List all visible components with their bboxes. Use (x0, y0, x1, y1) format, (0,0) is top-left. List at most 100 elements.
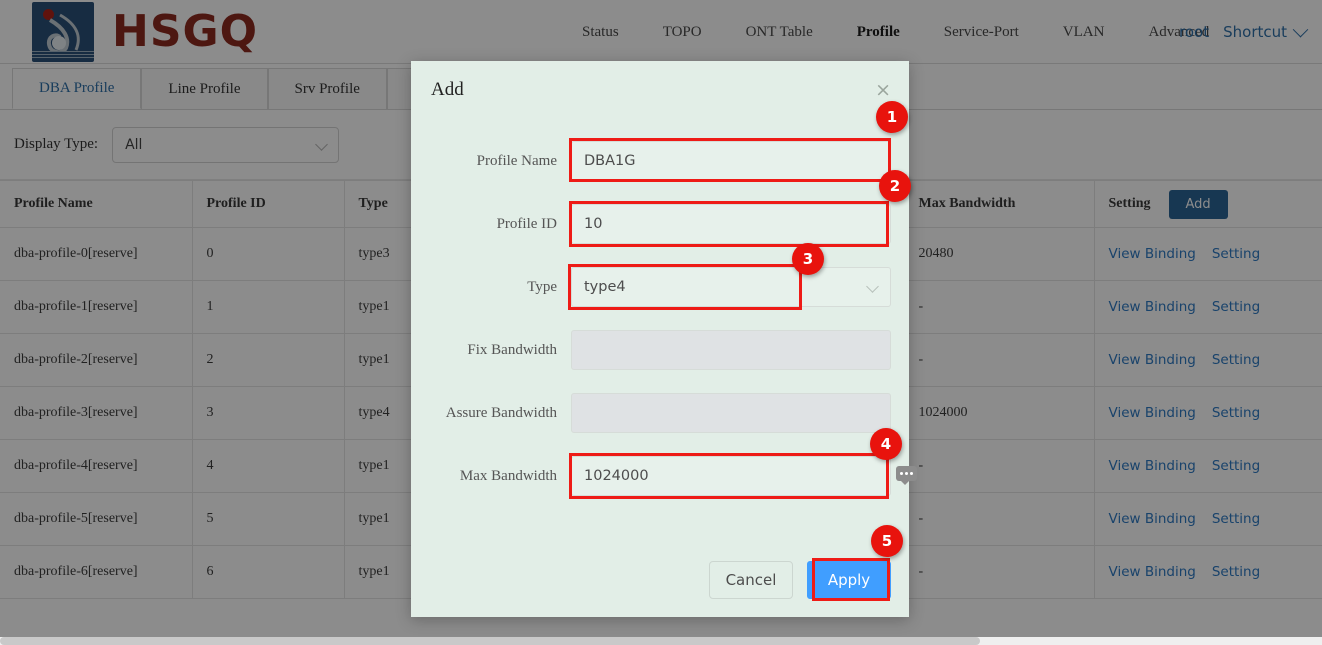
dialog-title: Add (431, 79, 464, 100)
setting-link[interactable]: Setting (1212, 564, 1260, 580)
close-icon[interactable]: × (875, 81, 891, 100)
add-button[interactable]: Add (1168, 189, 1228, 219)
label-profile-id: Profile ID (496, 215, 557, 232)
view-binding-link[interactable]: View Binding (1109, 564, 1196, 580)
add-profile-dialog: Add × ForoISP Profile Name DBA1G Profile… (411, 61, 909, 617)
field-row-max-bandwidth: Max Bandwidth 1024000 (411, 454, 909, 498)
cell-name: dba-profile-6[reserve] (0, 545, 193, 599)
cell-id: 3 (192, 386, 345, 440)
cell-id: 6 (192, 545, 345, 599)
input-fix-bandwidth (571, 330, 891, 370)
cell-name: dba-profile-4[reserve] (0, 439, 193, 493)
setting-link[interactable]: Setting (1212, 246, 1260, 262)
col-setting: Setting Add (1094, 180, 1322, 228)
chevron-down-icon (866, 280, 879, 293)
logo-stripes-icon (32, 50, 94, 60)
nav-item-vlan[interactable]: VLAN (1041, 24, 1127, 41)
input-assure-bandwidth[interactable] (571, 393, 891, 433)
col-profile-id: Profile ID (192, 180, 345, 228)
display-type-value: All (125, 136, 143, 153)
cell-name: dba-profile-3[reserve] (0, 386, 193, 440)
horizontal-scrollbar[interactable] (0, 637, 1322, 645)
view-binding-link[interactable]: View Binding (1109, 299, 1196, 315)
select-type[interactable]: type4 (571, 267, 891, 307)
cell-max: 20480 (904, 227, 1095, 281)
cell-name: dba-profile-2[reserve] (0, 333, 193, 387)
step-badge-1: 1 (876, 101, 908, 133)
select-type-value: type4 (584, 279, 626, 295)
setting-link[interactable]: Setting (1212, 352, 1260, 368)
input-max-bandwidth[interactable]: 1024000 (571, 456, 891, 496)
label-max-bandwidth: Max Bandwidth (459, 467, 557, 484)
cell-id: 1 (192, 280, 345, 334)
nav-item-topo[interactable]: TOPO (641, 24, 724, 41)
field-row-fix-bandwidth: Fix Bandwidth (411, 328, 909, 372)
hsgq-logo-icon (32, 1, 94, 62)
setting-link[interactable]: Setting (1212, 299, 1260, 315)
view-binding-link[interactable]: View Binding (1109, 352, 1196, 368)
nav-item-service-port[interactable]: Service-Port (922, 24, 1041, 41)
cell-name: dba-profile-5[reserve] (0, 492, 193, 546)
cell-max: - (904, 545, 1095, 599)
cell-setting: View Binding Setting (1094, 545, 1322, 599)
tab-srv-profile[interactable]: Srv Profile (267, 68, 387, 109)
cell-id: 5 (192, 492, 345, 546)
nav-item-ont-table[interactable]: ONT Table (724, 24, 835, 41)
cell-max: - (904, 280, 1095, 334)
cell-setting: View Binding Setting (1094, 333, 1322, 387)
col-profile-name: Profile Name (0, 180, 193, 228)
apply-button[interactable]: Apply (807, 561, 891, 599)
chevron-down-icon (1292, 21, 1309, 37)
view-binding-link[interactable]: View Binding (1109, 511, 1196, 527)
input-profile-name[interactable]: DBA1G (571, 141, 891, 181)
tab-dba-profile[interactable]: DBA Profile (12, 68, 142, 109)
cell-setting: View Binding Setting (1094, 439, 1322, 493)
cell-name: dba-profile-1[reserve] (0, 280, 193, 334)
step-badge-2: 2 (879, 170, 911, 202)
view-binding-link[interactable]: View Binding (1109, 405, 1196, 421)
col-max-bandwidth: Max Bandwidth (904, 180, 1095, 228)
cell-id: 4 (192, 439, 345, 493)
label-fix-bandwidth: Fix Bandwidth (467, 341, 557, 358)
field-row-profile-name: Profile Name DBA1G (411, 139, 909, 183)
cell-name: dba-profile-0[reserve] (0, 227, 193, 281)
display-type-label: Display Type: (14, 136, 99, 152)
view-binding-link[interactable]: View Binding (1109, 458, 1196, 474)
cancel-button[interactable]: Cancel (709, 561, 793, 599)
cell-id: 2 (192, 333, 345, 387)
col-setting-label: Setting (1108, 196, 1151, 211)
setting-link[interactable]: Setting (1212, 458, 1260, 474)
logo-swoosh-icon (46, 13, 80, 54)
view-binding-link[interactable]: View Binding (1109, 246, 1196, 262)
chevron-down-icon (315, 137, 328, 151)
nav-item-status[interactable]: Status (560, 24, 641, 41)
step-badge-5: 5 (871, 525, 903, 557)
user-area: root Shortcut (1179, 0, 1309, 64)
cell-max: - (904, 492, 1095, 546)
cell-max: - (904, 333, 1095, 387)
tab-line-profile[interactable]: Line Profile (141, 68, 268, 109)
cell-id: 0 (192, 227, 345, 281)
cell-setting: View Binding Setting (1094, 227, 1322, 281)
field-row-type: Type type4 (411, 265, 909, 309)
cell-setting: View Binding Setting (1094, 492, 1322, 546)
label-assure-bandwidth: Assure Bandwidth (445, 404, 557, 421)
dialog-footer: Cancel Apply (411, 561, 909, 599)
field-row-assure-bandwidth: Assure Bandwidth (411, 391, 909, 435)
label-profile-name: Profile Name (476, 152, 557, 169)
label-type: Type (527, 278, 557, 295)
main-nav: Status TOPO ONT Table Profile Service-Po… (560, 0, 1231, 64)
current-user[interactable]: root (1179, 23, 1209, 41)
input-profile-id[interactable]: 10 (571, 204, 891, 244)
step-badge-3: 3 (792, 243, 824, 275)
setting-link[interactable]: Setting (1212, 405, 1260, 421)
shortcut-menu[interactable]: Shortcut (1223, 21, 1309, 41)
field-row-profile-id: Profile ID 10 (411, 202, 909, 246)
brand-logo[interactable]: HSGQ (32, 1, 259, 62)
display-type-select[interactable]: All (112, 126, 340, 163)
cell-max: - (904, 439, 1095, 493)
setting-link[interactable]: Setting (1212, 511, 1260, 527)
app-header: HSGQ Status TOPO ONT Table Profile Servi… (0, 0, 1322, 64)
brand-name: HSGQ (112, 6, 259, 57)
nav-item-profile[interactable]: Profile (835, 24, 922, 41)
